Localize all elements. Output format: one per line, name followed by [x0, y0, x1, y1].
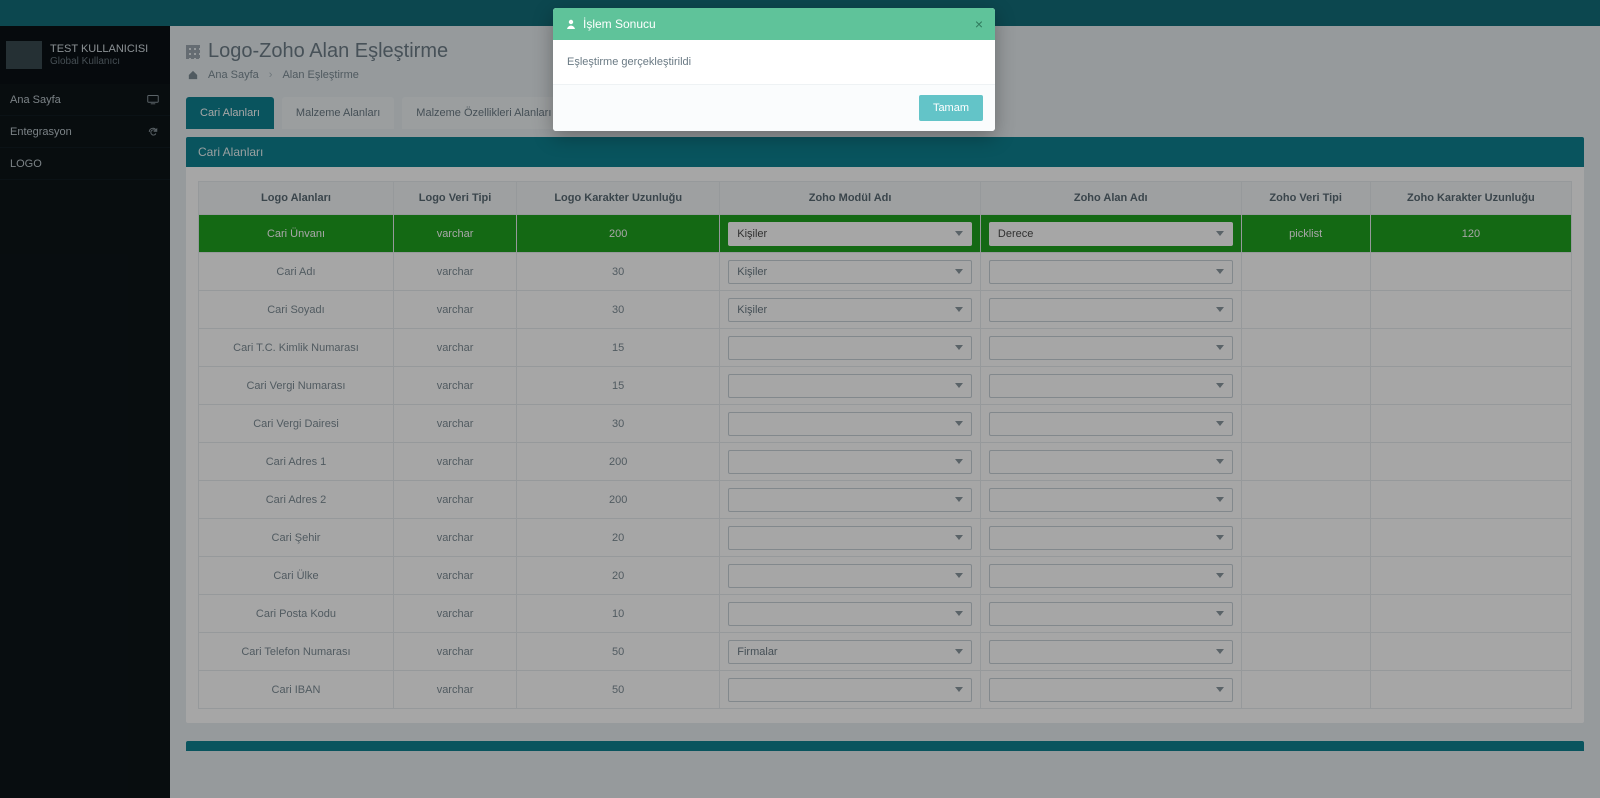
modal-message: Eşleştirme gerçekleştirildi	[567, 56, 691, 68]
modal-body: Eşleştirme gerçekleştirildi	[553, 40, 995, 84]
modal-header: İşlem Sonucu ×	[553, 8, 995, 40]
result-modal: İşlem Sonucu × Eşleştirme gerçekleştiril…	[553, 8, 995, 131]
modal-footer: Tamam	[553, 84, 995, 131]
modal-title: İşlem Sonucu	[583, 17, 656, 31]
ok-button[interactable]: Tamam	[919, 95, 983, 121]
person-icon	[565, 18, 577, 30]
ok-label: Tamam	[933, 102, 969, 114]
close-icon[interactable]: ×	[975, 16, 983, 32]
